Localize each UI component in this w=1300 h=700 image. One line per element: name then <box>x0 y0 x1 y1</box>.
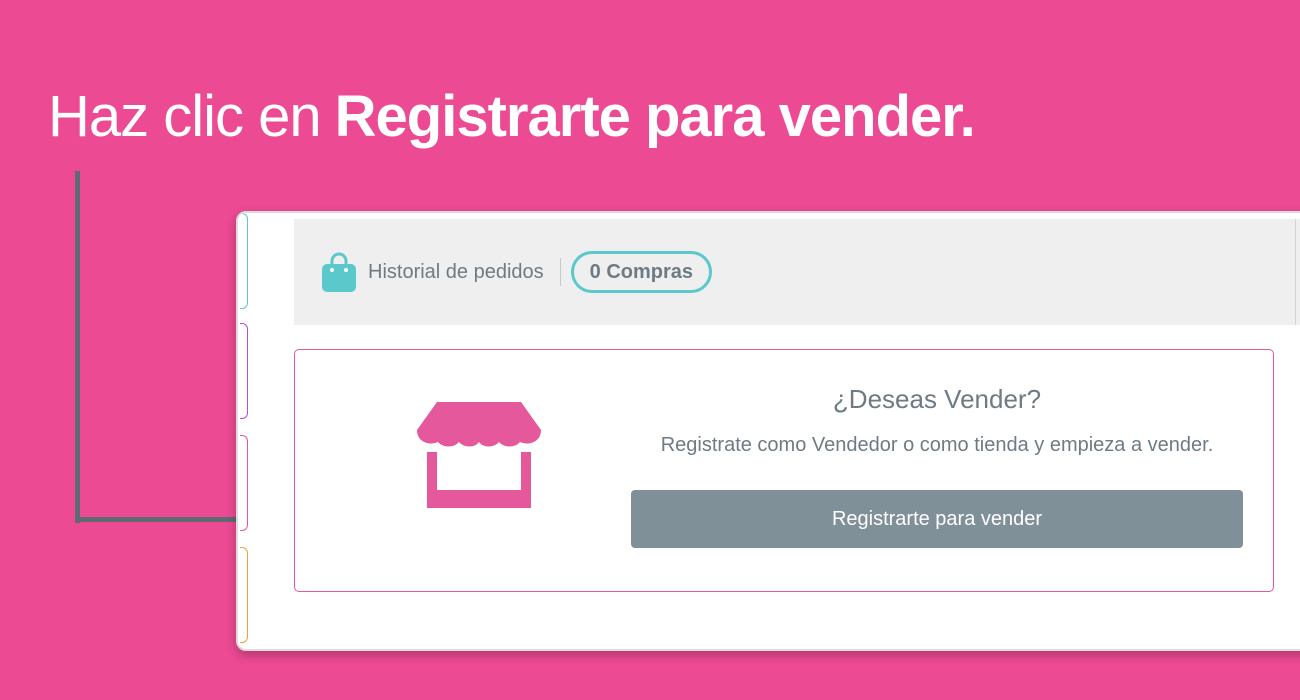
sell-card-title: ¿Deseas Vender? <box>832 384 1042 414</box>
instruction-prefix: Haz clic en <box>48 84 322 149</box>
order-history-bar: Historial de pedidos 0 Compras <box>294 219 1300 325</box>
side-tab-teal[interactable] <box>240 213 248 309</box>
header-divider <box>559 258 561 286</box>
order-history-link[interactable]: Historial de pedidos <box>368 261 544 284</box>
side-tab-pink[interactable] <box>240 435 248 531</box>
register-to-sell-button[interactable]: Registrarte para vender <box>631 490 1243 548</box>
side-tab-purple[interactable] <box>240 323 248 419</box>
instruction-emphasis: Registrarte para vender. <box>334 84 976 149</box>
sell-promo-card: ¿Deseas Vender? Registrate como Vendedor… <box>294 349 1274 592</box>
header-edge-divider <box>1295 219 1296 325</box>
side-tab-orange[interactable] <box>240 547 248 643</box>
pointer-line-vertical <box>75 171 80 523</box>
app-window: Historial de pedidos 0 Compras ¿Deseas V… <box>236 211 1300 651</box>
shopping-bag-icon <box>322 252 356 292</box>
purchases-count-badge[interactable]: 0 Compras <box>570 251 713 293</box>
sell-card-subtitle: Registrate como Vendedor o como tienda y… <box>660 434 1214 456</box>
instruction-heading: Haz clic en Registrarte para vender. <box>48 82 976 152</box>
tutorial-stage: Haz clic en Registrarte para vender. Hist… <box>0 0 1300 700</box>
storefront-icon <box>417 402 541 508</box>
